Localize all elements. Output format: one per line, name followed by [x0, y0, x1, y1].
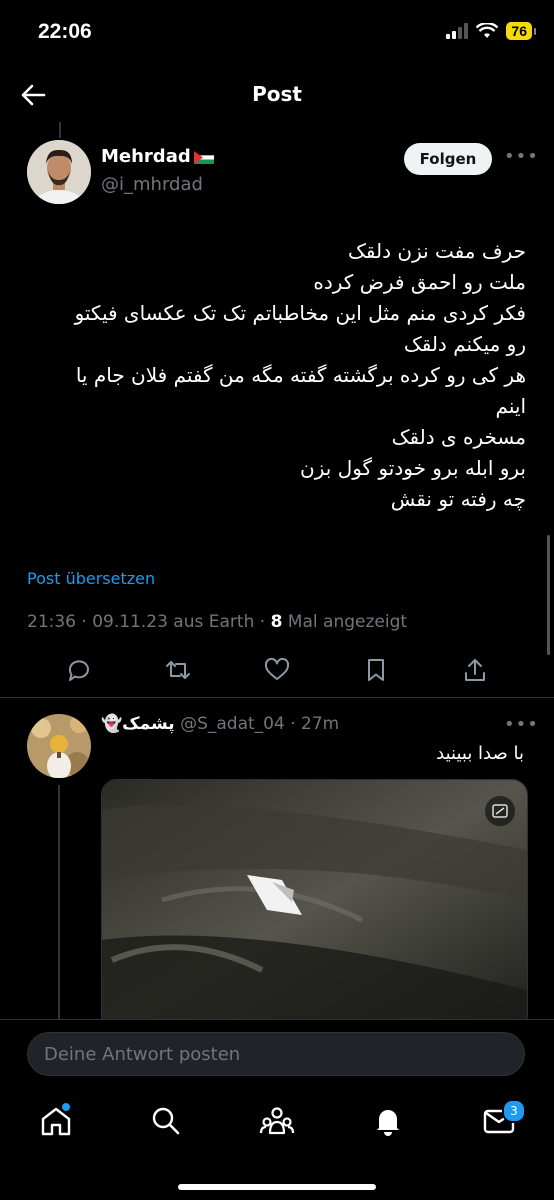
reply-author-handle[interactable]: @S_adat_04	[180, 714, 285, 734]
header: Post	[0, 66, 554, 122]
post-line: فکر کردی منم مثل این مخاطباتم تک تک عکسا…	[74, 301, 526, 325]
post-line: چه رفته تو نقش	[390, 487, 526, 511]
reply-compose-bar	[0, 1019, 554, 1090]
bottom-tab-bar: 3	[0, 1089, 554, 1200]
status-icons: 76	[446, 22, 536, 40]
ghost-emoji-icon: 👻	[101, 714, 123, 734]
post-line: مسخره ی دلقک	[391, 425, 526, 449]
wifi-icon	[476, 23, 499, 38]
post-line: رو میکنم دلقک	[403, 332, 526, 356]
post-line: حرف مفت نزن دلقک	[348, 239, 526, 263]
reply-author-name[interactable]: پشمک	[122, 714, 175, 734]
home-indicator	[178, 1184, 376, 1190]
post-body: حرف مفت نزن دلقک ملت رو احمق فرض کرده فک…	[26, 236, 526, 515]
reply-timestamp: 27m	[301, 714, 340, 734]
post-line: ملت رو احمق فرض کرده	[313, 270, 526, 294]
cellular-signal-icon	[446, 23, 469, 39]
reply-avatar-photo	[27, 714, 91, 778]
scrollbar[interactable]	[547, 535, 550, 655]
translate-link[interactable]: Post übersetzen	[27, 569, 155, 588]
status-time: 22:06	[38, 20, 92, 43]
reply-body: با صدا ببینید	[436, 743, 524, 764]
reply-more-options-icon[interactable]: •••	[504, 714, 539, 735]
search-icon[interactable]	[148, 1103, 184, 1139]
views-label: Mal angezeigt	[282, 612, 408, 632]
home-notification-dot	[62, 1103, 70, 1111]
messages-unread-badge: 3	[502, 1099, 526, 1123]
video-frame	[102, 780, 527, 1030]
share-icon[interactable]	[461, 656, 489, 684]
divider	[0, 697, 554, 698]
reply-header: 👻پشمک @S_adat_04 · 27m	[101, 714, 339, 734]
post-line: هر کی رو کرده برگشته گفته مگه من گفتم فل…	[75, 363, 526, 387]
post-action-bar	[0, 650, 554, 690]
reply-avatar[interactable]	[27, 714, 91, 778]
post-metadata: 21:36 · 09.11.23 aus Earth · 8 Mal angez…	[27, 612, 407, 632]
author-name: Mehrdad	[101, 146, 191, 167]
media-overlay-badge	[485, 796, 515, 826]
author-name-row[interactable]: Mehrdad	[101, 146, 214, 167]
thread-connector-top	[59, 122, 61, 138]
post-timestamp: 21:36 · 09.11.23 aus Earth ·	[27, 612, 271, 632]
more-options-icon[interactable]: •••	[504, 146, 539, 167]
views-count: 8	[270, 612, 283, 632]
palestine-flag-icon	[193, 150, 214, 164]
status-bar: 22:06 76	[0, 0, 554, 66]
author-handle[interactable]: @i_mhrdad	[101, 174, 203, 195]
page-title: Post	[252, 82, 302, 106]
bookmark-icon[interactable]	[362, 656, 390, 684]
like-icon[interactable]	[263, 656, 291, 684]
notifications-bell-icon[interactable]	[370, 1103, 406, 1139]
avatar-photo	[27, 140, 91, 204]
follow-button[interactable]: Folgen	[404, 143, 492, 175]
author-avatar[interactable]	[27, 140, 91, 204]
reply-icon[interactable]	[65, 656, 93, 684]
reply-video[interactable]	[101, 779, 528, 1031]
communities-icon[interactable]	[259, 1103, 295, 1139]
post-line: اینم	[495, 394, 526, 418]
battery-indicator: 76	[506, 22, 536, 40]
repost-icon[interactable]	[164, 656, 192, 684]
reply-input[interactable]	[27, 1032, 525, 1076]
separator-dot: ·	[284, 714, 302, 734]
media-settings-icon	[492, 804, 508, 818]
post-line: برو ابله برو خودتو گول بزن	[300, 456, 526, 480]
thread-connector	[58, 785, 60, 1025]
